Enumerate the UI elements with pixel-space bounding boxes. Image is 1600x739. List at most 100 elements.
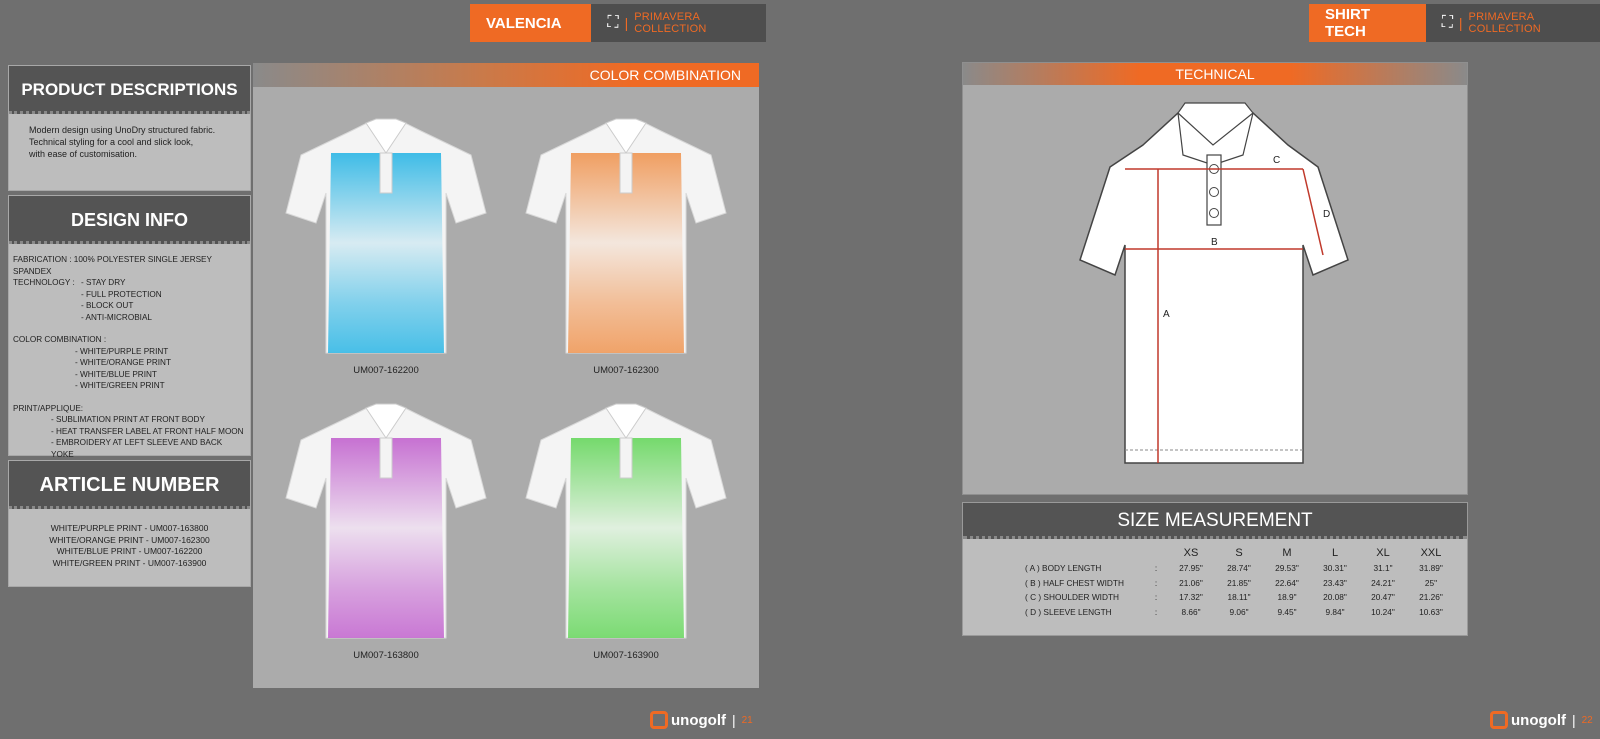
article-line: WHITE/BLUE PRINT - UM007-162200 xyxy=(56,546,203,556)
color-item: - WHITE/ORANGE PRINT xyxy=(75,358,171,367)
table-cell: 9.06" xyxy=(1229,606,1249,617)
table-cell: 18.11" xyxy=(1227,592,1251,603)
size-header: S xyxy=(1235,547,1243,559)
brand-name: unogolf xyxy=(1511,711,1566,729)
table-cell: 10.63" xyxy=(1419,606,1443,617)
table-cell: 31.89" xyxy=(1419,563,1443,574)
description-line: Technical styling for a cool and slick l… xyxy=(29,137,194,147)
table-cell: 20.47" xyxy=(1371,592,1395,603)
collection-label: PRIMAVERA COLLECTION xyxy=(1468,11,1541,35)
article-number-text: WHITE/PURPLE PRINT - UM007-163800 WHITE/… xyxy=(9,509,250,577)
size-header: XS xyxy=(1183,547,1199,559)
color-item: - WHITE/GREEN PRINT xyxy=(75,381,165,390)
shirt-code: UM007-162300 xyxy=(593,365,659,376)
shirt-product-card[interactable]: UM007-163800 xyxy=(271,398,501,661)
article-number-heading: ARTICLE NUMBER xyxy=(9,461,250,509)
shirt-product-card[interactable]: UM007-162200 xyxy=(271,113,501,376)
table-cell: 23.43" xyxy=(1323,577,1347,588)
row-label: ( A ) BODY LENGTH xyxy=(1025,563,1102,574)
table-cell: 10.24" xyxy=(1371,606,1395,617)
description-line: Modern design using UnoDry structured fa… xyxy=(29,125,216,135)
page-number: 21 xyxy=(741,714,753,726)
technology-label: TECHNOLOGY : xyxy=(13,278,75,287)
fabrication-line: FABRICATION : 100% POLYESTER SINGLE JERS… xyxy=(13,255,212,276)
technical-heading: TECHNICAL xyxy=(963,63,1467,85)
table-cell: 22.64" xyxy=(1275,577,1299,588)
table-cell: 31.1" xyxy=(1373,563,1393,574)
technical-panel: TECHNICAL A B C D xyxy=(962,62,1468,495)
table-row: ( B ) HALF CHEST WIDTH: 21.06" 21.85" 22… xyxy=(1025,576,1455,591)
design-info-heading: DESIGN INFO xyxy=(9,196,250,244)
size-header-row: XS S M L XL XXL xyxy=(1025,545,1455,561)
description-line: with ease of customisation. xyxy=(29,149,138,159)
brand-logo-icon: ⛶ xyxy=(607,14,619,31)
table-cell: 27.95" xyxy=(1179,563,1203,574)
shirt-code: UM007-163800 xyxy=(353,650,419,661)
print-item: - SUBLIMATION PRINT AT FRONT BODY xyxy=(51,415,205,424)
shirt-tech-diagram: A B C D xyxy=(1079,102,1349,464)
shirt-product-card[interactable]: UM007-163900 xyxy=(511,398,741,661)
shirt-product-card[interactable]: UM007-162300 xyxy=(511,113,741,376)
size-measurement-heading: SIZE MEASUREMENT xyxy=(963,503,1467,539)
table-cell: 29.53" xyxy=(1275,563,1299,574)
tab-separator: | xyxy=(1458,15,1463,31)
size-header: L xyxy=(1331,547,1339,559)
table-cell: 25" xyxy=(1424,577,1438,588)
tab-title: SHIRT TECH xyxy=(1309,4,1426,42)
product-descriptions-box: PRODUCT DESCRIPTIONS Modern design using… xyxy=(8,65,251,191)
row-label: ( D ) SLEEVE LENGTH xyxy=(1025,606,1112,617)
print-item: - EMBROIDERY AT LEFT SLEEVE AND BACK YOK… xyxy=(51,438,223,459)
product-descriptions-heading: PRODUCT DESCRIPTIONS xyxy=(9,66,250,114)
unogolf-logo-icon xyxy=(1490,711,1508,729)
row-label: ( C ) SHOULDER WIDTH xyxy=(1025,592,1120,603)
table-cell: 21.26" xyxy=(1419,592,1443,603)
design-info-box: DESIGN INFO FABRICATION : 100% POLYESTER… xyxy=(8,195,251,459)
article-line: WHITE/GREEN PRINT - UM007-163900 xyxy=(52,557,207,568)
size-header: XXL xyxy=(1420,547,1442,559)
tab-title: VALENCIA xyxy=(470,4,592,42)
page-tab-shirt-tech: SHIRT TECH ⛶ | PRIMAVERA COLLECTION xyxy=(1309,4,1600,42)
shirt-code: UM007-162200 xyxy=(353,365,419,376)
label-a: A xyxy=(1163,309,1170,320)
size-measurement-panel: SIZE MEASUREMENT XS S M L XL XXL ( A ) B… xyxy=(962,502,1468,636)
polo-shirt-image xyxy=(525,118,727,354)
size-header: M xyxy=(1282,547,1292,559)
collection-label: PRIMAVERA COLLECTION xyxy=(634,11,707,35)
table-cell: 30.31" xyxy=(1323,563,1347,574)
shirt-code: UM007-163900 xyxy=(593,650,659,661)
page-tab-valencia: VALENCIA ⛶ | PRIMAVERA COLLECTION xyxy=(470,4,766,42)
brand-name: unogolf xyxy=(671,711,726,729)
print-applique-label: PRINT/APPLIQUE: xyxy=(13,403,84,413)
article-line: WHITE/PURPLE PRINT - UM007-163800 xyxy=(50,523,209,533)
color-combination-label: COLOR COMBINATION : xyxy=(13,335,107,344)
color-item: - WHITE/BLUE PRINT xyxy=(75,369,157,379)
technology-item: - FULL PROTECTION xyxy=(81,289,162,299)
table-cell: 8.66" xyxy=(1181,606,1201,617)
article-line: WHITE/ORANGE PRINT - UM007-162300 xyxy=(49,534,210,545)
table-cell: 20.08" xyxy=(1323,592,1347,603)
page-footer: unogolf | 21 xyxy=(650,711,753,729)
article-number-box: ARTICLE NUMBER WHITE/PURPLE PRINT - UM00… xyxy=(8,460,251,587)
size-table: XS S M L XL XXL ( A ) BODY LENGTH: 27.95… xyxy=(1025,545,1455,619)
table-cell: 9.84" xyxy=(1325,606,1345,617)
table-row: ( A ) BODY LENGTH: 27.95" 28.74" 29.53" … xyxy=(1025,561,1455,576)
label-b: B xyxy=(1211,237,1218,248)
unogolf-logo-icon xyxy=(650,711,668,729)
table-cell: 21.06" xyxy=(1179,577,1203,588)
table-row: ( C ) SHOULDER WIDTH: 17.32" 18.11" 18.9… xyxy=(1025,590,1455,605)
table-cell: 21.85" xyxy=(1227,577,1251,588)
color-combination-heading: COLOR COMBINATION xyxy=(253,63,759,87)
row-label: ( B ) HALF CHEST WIDTH xyxy=(1025,577,1124,588)
polo-shirt-image xyxy=(525,403,727,639)
brand-logo-icon: ⛶ xyxy=(1441,14,1453,31)
technology-item: - ANTI-MICROBIAL xyxy=(81,312,152,322)
size-header: XL xyxy=(1376,547,1390,559)
page-number: 22 xyxy=(1581,714,1593,726)
product-descriptions-text: Modern design using UnoDry structured fa… xyxy=(9,114,250,170)
label-c: C xyxy=(1273,155,1280,166)
polo-shirt-image xyxy=(285,403,487,639)
table-cell: 17.32" xyxy=(1179,592,1203,603)
technology-item: - BLOCK OUT xyxy=(81,301,134,310)
table-cell: 9.45" xyxy=(1277,606,1297,617)
technology-item: - STAY DRY xyxy=(81,278,126,287)
